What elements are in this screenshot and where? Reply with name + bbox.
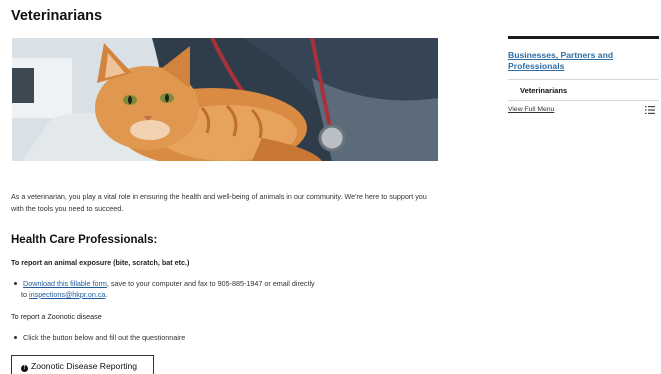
zoonotic-disease-reporting-button[interactable]: ! Zoonotic Disease Reporting: [11, 355, 154, 374]
sidebar-section-link[interactable]: Businesses, Partners and Professionals: [508, 50, 659, 71]
sidebar-footer: View Full Menu: [508, 100, 659, 116]
button-label: Zoonotic Disease Reporting: [31, 361, 138, 371]
exposure-instructions: , save to your computer and fax to 905-8…: [106, 279, 315, 288]
bullet-dot: [14, 281, 17, 285]
inspections-email-link[interactable]: inspections@hkpr.on.ca: [29, 290, 105, 299]
zoonotic-instructions: Click the button below and fill out the …: [23, 333, 186, 342]
hero-image-vet-holding-cat: [12, 38, 438, 161]
zoonotic-bullet: Click the button below and fill out the …: [14, 333, 185, 344]
exposure-label: To report an animal exposure (bite, scra…: [11, 258, 190, 267]
exposure-bullet: Download this fillable form, save to you…: [14, 279, 315, 300]
exclamation-icon: !: [21, 365, 28, 372]
period: .: [105, 289, 108, 299]
to-prefix: to: [21, 289, 29, 299]
view-full-menu-link[interactable]: View Full Menu: [508, 106, 554, 113]
sidebar-item-veterinarians[interactable]: Veterinarians: [508, 80, 659, 100]
hero-illustration: [12, 38, 438, 161]
exposure-email-line: to inspections@hkpr.on.ca.: [14, 290, 315, 301]
section-heading: Health Care Professionals:: [11, 234, 158, 246]
fillable-form-link[interactable]: Download this fillable form: [23, 279, 107, 288]
bullet-dot: [14, 335, 17, 339]
intro-paragraph: As a veterinarian, you play a vital role…: [11, 192, 427, 213]
zoonotic-label: To report a Zoonotic disease: [11, 312, 102, 321]
list-menu-icon[interactable]: [645, 106, 655, 114]
sidebar-navigation: Businesses, Partners and Professionals V…: [508, 36, 659, 116]
page-title: Veterinarians: [11, 8, 103, 24]
sidebar-top-bar: [508, 36, 659, 39]
